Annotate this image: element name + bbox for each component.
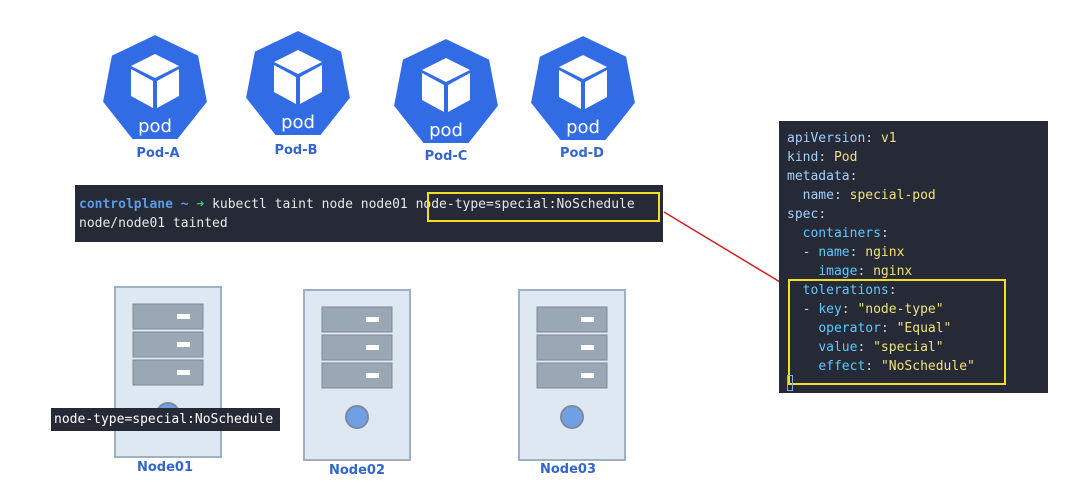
pod-glyph-text: pod <box>281 112 315 133</box>
node-label: Node01 <box>136 460 194 475</box>
yaml-line: image: nginx <box>818 264 913 279</box>
terminal-command: kubectl taint node node01 <box>212 197 408 212</box>
pod-c: pod <box>391 36 501 156</box>
yaml-line: name: special-pod <box>802 188 936 203</box>
pod-label: Pod-C <box>424 149 468 164</box>
server-icon <box>114 286 222 458</box>
yaml-line: apiVersion: v1 <box>787 131 897 146</box>
pod-b: pod <box>243 28 353 148</box>
node01-taint-tag: node-type=special:NoSchedule <box>51 408 280 431</box>
node03-server <box>518 289 626 465</box>
server-icon <box>303 289 411 461</box>
pod-icon: pod <box>528 33 638 142</box>
pod-glyph-text: pod <box>138 116 172 137</box>
terminal-output: node/node01 tainted <box>79 216 228 231</box>
node-label: Node03 <box>539 462 597 477</box>
pod-label: Pod-B <box>274 143 318 158</box>
yaml-line: kind: Pod <box>787 150 858 165</box>
pod-glyph-text: pod <box>566 117 600 138</box>
server-icon <box>518 289 626 461</box>
taint-highlight-box <box>427 192 660 222</box>
pod-icon: pod <box>391 36 501 145</box>
yaml-line: metadata: <box>787 169 858 184</box>
pod-a: pod <box>100 32 210 152</box>
pod-label: Pod-A <box>136 146 180 161</box>
text-cursor <box>787 375 793 391</box>
prompt-host: controlplane ~ <box>79 197 189 212</box>
node-label: Node02 <box>328 463 386 478</box>
pod-icon: pod <box>243 28 353 137</box>
tolerations-highlight-box <box>788 279 1006 385</box>
yaml-line: spec: <box>787 207 827 222</box>
pod-d: pod <box>528 33 638 153</box>
yaml-line: - name: nginx <box>787 245 905 260</box>
pod-label: Pod-D <box>560 146 604 161</box>
node01-server <box>114 286 222 462</box>
node02-server <box>303 289 411 465</box>
pod-icon: pod <box>100 32 210 141</box>
yaml-line: containers: <box>802 226 889 241</box>
prompt-arrow-icon: ➜ <box>196 197 205 212</box>
pod-glyph-text: pod <box>429 120 463 141</box>
